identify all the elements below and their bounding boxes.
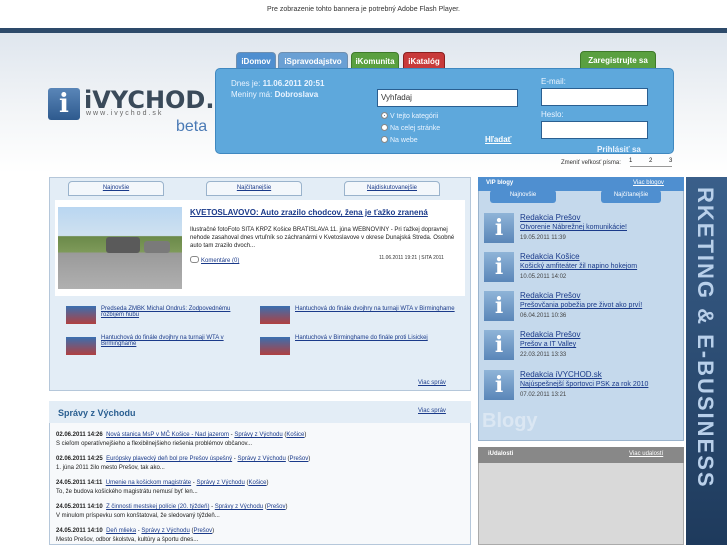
sub-news-link[interactable]: Predseda ZMBK Michal Ondruš: Zodpovedném… — [101, 306, 241, 318]
radio-icon — [381, 124, 388, 131]
password-label: Heslo: — [541, 110, 564, 119]
east-news-text: 1. júna 2011 žilo mesto Prešov, tak ako.… — [56, 465, 165, 471]
font-size-slider-track[interactable] — [630, 166, 672, 167]
comment-icon — [190, 256, 199, 263]
font-size-3[interactable]: 3 — [669, 158, 672, 164]
feature-text: Ilustračné fotoFoto SITA KRPZ Košice BRA… — [190, 227, 455, 249]
flash-banner-notice: Pre zobrazenie tohto bannera je potrebný… — [0, 0, 727, 28]
logo-i-icon: i — [48, 88, 80, 120]
blog-date: 10.05.2011 14:02 — [520, 274, 567, 280]
vip-blog-item: i Redakcia Košice Košický amfiteáter žil… — [484, 252, 680, 288]
events-more-link[interactable]: Viac udalostí — [629, 451, 663, 457]
comments-link[interactable]: Komentáre (0) — [190, 256, 239, 264]
radio-whole-site[interactable]: Na celej stránke — [381, 124, 440, 132]
date-value: 11.06.2011 20:51 — [262, 79, 325, 88]
ad-text: RKETING & E-BUSINESS — [693, 187, 718, 489]
blog-i-icon: i — [484, 291, 514, 321]
blog-i-icon: i — [484, 252, 514, 282]
vip-watermark: Blogy — [482, 410, 538, 432]
blog-title[interactable]: Prešov a IT Valley — [520, 341, 576, 348]
east-news-text: V minulom príspevku som konštatoval, že … — [56, 513, 220, 519]
tab-most-discussed[interactable]: Najdiskutovanejšie — [344, 181, 440, 196]
east-news-item: 02.06.2011 14:26 Nová stanica MsP v MČ K… — [56, 432, 307, 438]
sub-news-link[interactable]: Hantuchová do finále dvojhry na turnaji … — [101, 335, 251, 347]
east-news-text: Mesto Prešov, odbor školstva, kultúry a … — [56, 537, 199, 543]
radio-icon — [381, 112, 388, 119]
blog-date: 07.02.2011 13:21 — [520, 392, 567, 398]
tab-most-read[interactable]: Najčítanejšie — [206, 181, 302, 196]
east-news-item: 02.06.2011 14:25 Európsky plavecký deň b… — [56, 456, 311, 462]
email-field[interactable] — [541, 88, 648, 106]
site-logo[interactable]: i iVYCHOD.sk www.ivychod.sk beta — [48, 86, 245, 138]
tab-newest[interactable]: Najnovšie — [68, 181, 164, 196]
vip-blog-item: i Redakcia Prešov Prešov a IT Valley 22.… — [484, 330, 680, 366]
sub-news-thumb[interactable] — [260, 306, 290, 324]
blog-date: 06.04.2011 10:36 — [520, 313, 567, 319]
east-news-text: S cieľom operatívnejšieho a flexibilnejš… — [56, 441, 253, 447]
font-size-1[interactable]: 1 — [629, 158, 632, 164]
nameday-value: Dobroslava — [274, 90, 319, 99]
blog-author[interactable]: Redakcia Prešov — [520, 213, 580, 222]
feature-title[interactable]: KVETOSLAVOVO: Auto zrazilo chodcov, žena… — [190, 208, 460, 217]
sub-news-link[interactable]: Hantuchová v Birminghame do finále proti… — [295, 335, 455, 341]
email-label: E-mail: — [541, 77, 566, 86]
more-news-link[interactable]: Viac správ — [418, 380, 446, 386]
search-button[interactable]: Hľadať — [485, 135, 511, 144]
east-news-link[interactable]: Deň mlieka — [106, 528, 136, 534]
blog-i-icon: i — [484, 213, 514, 243]
password-field[interactable] — [541, 121, 648, 139]
search-input[interactable]: Vyhľadaj — [377, 89, 518, 107]
blog-author[interactable]: Redakcia Prešov — [520, 330, 580, 339]
blog-i-icon: i — [484, 370, 514, 400]
vip-title: VIP blogy — [486, 180, 514, 186]
east-news-item: 24.05.2011 14:10 Z činnosti mestskej pol… — [56, 504, 288, 510]
right-ad-banner[interactable]: RKETING & E-BUSINESS — [686, 177, 727, 545]
vip-tab-most-read[interactable]: Najčítanejšie — [601, 190, 661, 203]
blog-author[interactable]: Redakcia Košice — [520, 252, 580, 261]
feature-photo[interactable] — [58, 207, 182, 289]
sub-news-thumb[interactable] — [66, 306, 96, 324]
date-line: Dnes je: 11.06.2011 20:51 — [231, 79, 325, 88]
east-news-more[interactable]: Viac správ — [418, 408, 446, 414]
nameday-line: Meniny má: Dobroslava — [231, 90, 319, 99]
login-button[interactable]: Prihlásiť sa — [597, 145, 641, 154]
vip-blog-item: i Redakcia iVYCHOD.sk Najúspešnejší špor… — [484, 370, 680, 406]
events-title: iUdalosti — [488, 451, 514, 457]
blog-author[interactable]: Redakcia Prešov — [520, 291, 580, 300]
flash-notice-text: Pre zobrazenie tohto bannera je potrebný… — [266, 6, 461, 13]
blog-i-icon: i — [484, 330, 514, 360]
blog-title[interactable]: Prešovčania pobežia pre život ako prví! — [520, 302, 642, 309]
blog-author[interactable]: Redakcia iVYCHOD.sk — [520, 370, 602, 379]
logo-url: www.ivychod.sk — [86, 110, 164, 117]
sub-news-thumb[interactable] — [260, 337, 290, 355]
east-news-item: 24.05.2011 14:11 Umenie na košickom magi… — [56, 480, 269, 486]
blog-title[interactable]: Košický amfiteáter žil napino hokejom — [520, 263, 637, 270]
east-news-text: To, že budova košického magistrátu nemus… — [56, 489, 198, 495]
radio-icon — [381, 136, 388, 143]
east-news-title: Správy z Východu — [58, 408, 136, 418]
east-news-link[interactable]: Z činnosti mestskej polície (20. týždeň) — [106, 504, 209, 510]
sub-news-thumb[interactable] — [66, 337, 96, 355]
radio-this-category[interactable]: V tejto kategórii — [381, 112, 438, 120]
vip-tab-newest[interactable]: Najnovšie — [490, 190, 556, 203]
blog-title[interactable]: Najúspešnejší športovci PSK za rok 2010 — [520, 381, 648, 388]
vip-more-link[interactable]: Viac blogov — [633, 180, 664, 186]
east-news-link[interactable]: Nová stanica MsP v MČ Košice - Nad jazer… — [106, 432, 229, 438]
east-news-item: 24.05.2011 14:10 Deň mlieka - Správy z V… — [56, 528, 215, 534]
sub-news-link[interactable]: Hantuchová do finále dvojhry na turnaji … — [295, 306, 455, 312]
east-news-link[interactable]: Umenie na košickom magistráte — [106, 480, 191, 486]
radio-web[interactable]: Na webe — [381, 136, 418, 144]
vip-blog-item: i Redakcia Prešov Otvorenie Nábrežnej ko… — [484, 213, 680, 249]
car-shape — [144, 241, 170, 253]
blog-title[interactable]: Otvorenie Nábrežnej komunikácie! — [520, 224, 627, 231]
logo-beta: beta — [176, 118, 208, 135]
vip-blog-item: i Redakcia Prešov Prešovčania pobežia pr… — [484, 291, 680, 327]
blog-date: 19.05.2011 11:39 — [520, 235, 566, 241]
car-shape — [106, 237, 140, 253]
font-size-2[interactable]: 2 — [649, 158, 652, 164]
east-news-link[interactable]: Európsky plavecký deň bol pre Prešov úsp… — [106, 456, 232, 462]
feature-meta: 11.06.2011 19:21 | SITA 2011 — [379, 255, 444, 261]
font-size-label: Zmeniť veľkosť písma: — [561, 160, 621, 166]
blog-date: 22.03.2011 13:33 — [520, 352, 567, 358]
